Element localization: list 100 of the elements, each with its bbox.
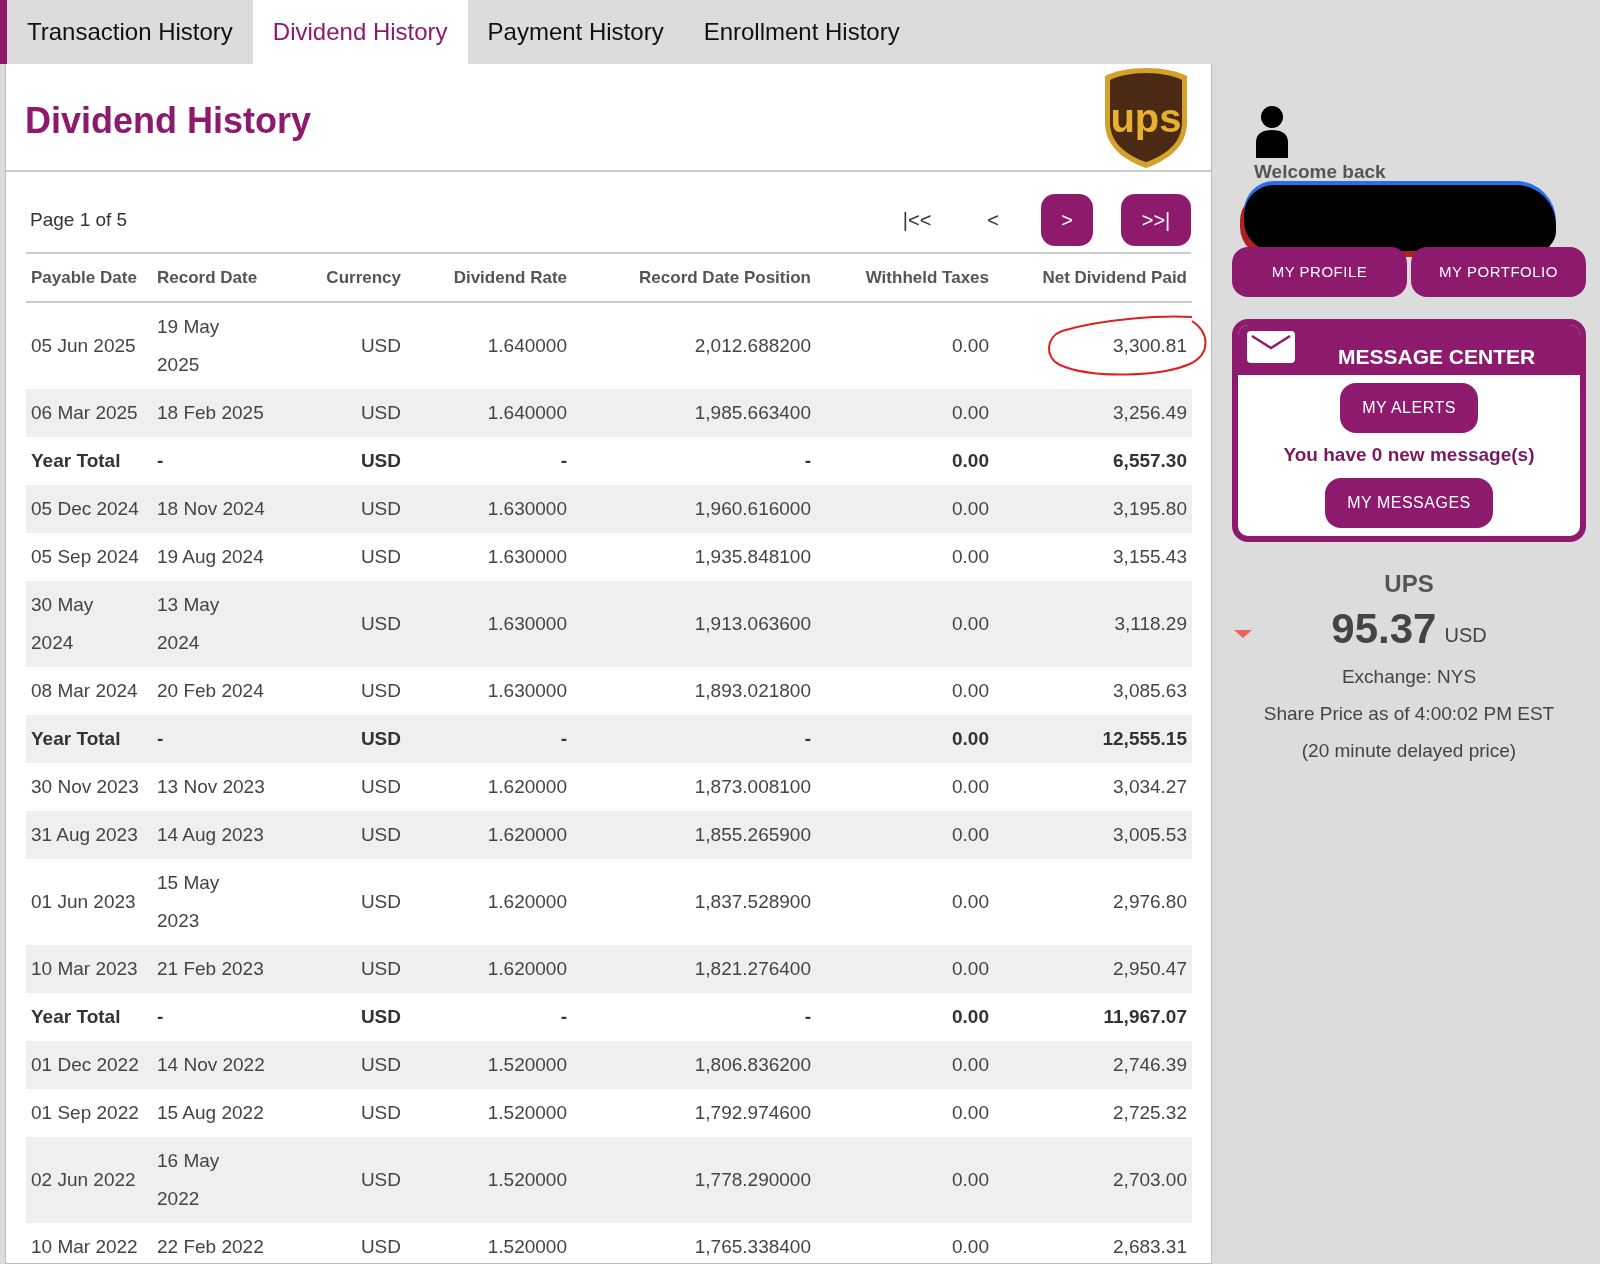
table-cell: 3,195.80	[994, 485, 1192, 533]
table-cell: 1,893.021800	[572, 667, 816, 715]
table-cell: -	[572, 715, 816, 763]
table-cell: 05 Sep 2024	[26, 533, 152, 581]
table-cell: 1,960.616000	[572, 485, 816, 533]
table-cell: USD	[272, 533, 406, 581]
table-cell: 0.00	[816, 389, 994, 437]
column-header: Currency	[272, 254, 406, 302]
table-cell: 1,985.663400	[572, 389, 816, 437]
table-cell: 0.00	[816, 763, 994, 811]
table-cell: 1.630000	[406, 667, 572, 715]
table-cell: 0.00	[816, 859, 994, 945]
table-cell: -	[572, 437, 816, 485]
table-cell: 1.640000	[406, 302, 572, 389]
table-cell: 3,034.27	[994, 763, 1192, 811]
table-cell: -	[152, 437, 272, 485]
tab[interactable]: Enrollment History	[683, 0, 920, 64]
share-price: 95.37	[1331, 607, 1437, 650]
table-cell: 1.520000	[406, 1089, 572, 1137]
column-header: Payable Date	[26, 254, 152, 302]
table-cell: 08 Mar 2024	[26, 667, 152, 715]
table-cell: 16 May 2022	[152, 1137, 272, 1223]
table-cell: -	[406, 715, 572, 763]
table-cell: 0.00	[816, 945, 994, 993]
table-cell: 1,806.836200	[572, 1041, 816, 1089]
table-cell: USD	[272, 945, 406, 993]
table-cell: USD	[272, 667, 406, 715]
table-cell: 19 Aug 2024	[152, 533, 272, 581]
table-cell: 0.00	[816, 533, 994, 581]
table-cell: USD	[272, 1089, 406, 1137]
table-cell: 1.620000	[406, 763, 572, 811]
table-cell: 3,005.53	[994, 811, 1192, 859]
table-cell: 0.00	[816, 437, 994, 485]
table-cell: USD	[272, 859, 406, 945]
portfolio-button[interactable]: MY PORTFOLIO	[1411, 247, 1586, 297]
row-label: Year Total	[26, 437, 152, 485]
table-cell: 15 May 2023	[152, 859, 272, 945]
table-cell: 01 Dec 2022	[26, 1041, 152, 1089]
table-cell: 1,837.528900	[572, 859, 816, 945]
row-label: Year Total	[26, 993, 152, 1041]
table-cell: USD	[272, 993, 406, 1041]
table-cell: 14 Nov 2022	[152, 1041, 272, 1089]
profile-button[interactable]: MY PROFILE	[1232, 247, 1407, 297]
table-cell: 1.620000	[406, 811, 572, 859]
column-header: Dividend Rate	[406, 254, 572, 302]
pager-button[interactable]: >>|	[1121, 194, 1191, 246]
table-cell: 15 Aug 2022	[152, 1089, 272, 1137]
table-cell: -	[152, 993, 272, 1041]
table-cell: 1.520000	[406, 1137, 572, 1223]
table-cell: USD	[272, 485, 406, 533]
table-cell: 6,557.30	[994, 437, 1192, 485]
table-cell: USD	[272, 302, 406, 389]
table-cell: 18 Nov 2024	[152, 485, 272, 533]
tab[interactable]: Payment History	[467, 0, 684, 64]
table-cell: 0.00	[816, 1223, 994, 1263]
table-cell: 2,950.47	[994, 945, 1192, 993]
table-cell: -	[152, 715, 272, 763]
table-cell: -	[406, 437, 572, 485]
messages-button[interactable]: MY MESSAGES	[1325, 477, 1493, 528]
tab[interactable]: Dividend History	[252, 0, 468, 64]
page-title: Dividend History	[25, 99, 312, 143]
page-indicator: Page 1 of 5	[29, 207, 128, 232]
table-cell: 1.520000	[406, 1223, 572, 1263]
table-cell: 1,873.008100	[572, 763, 816, 811]
table-cell: -	[406, 993, 572, 1041]
table-cell: 21 Feb 2023	[152, 945, 272, 993]
table-cell: 2,012.688200	[572, 302, 816, 389]
table-cell: USD	[272, 389, 406, 437]
envelope-icon	[1246, 330, 1296, 364]
welcome-text: Welcome back	[1254, 162, 1387, 181]
delay-note: (20 minute delayed price)	[1301, 738, 1517, 763]
table-cell: 0.00	[816, 485, 994, 533]
price-time-text: Share Price as of 4:00:02 PM EST	[1263, 701, 1555, 726]
table-cell: 1.630000	[406, 581, 572, 667]
table-cell: 18 Feb 2025	[152, 389, 272, 437]
table-cell: 1.620000	[406, 859, 572, 945]
table-cell: 30 May 2024	[26, 581, 152, 667]
table-cell: 22 Feb 2022	[152, 1223, 272, 1263]
table-cell: 20 Feb 2024	[152, 667, 272, 715]
table-cell: 05 Dec 2024	[26, 485, 152, 533]
table-cell: 0.00	[816, 302, 994, 389]
column-header: Record Date	[152, 254, 272, 302]
table-cell: 3,300.81	[994, 302, 1192, 389]
table-cell: 0.00	[816, 811, 994, 859]
table-cell: 1,855.265900	[572, 811, 816, 859]
row-label: Year Total	[26, 715, 152, 763]
table-cell: 1,778.290000	[572, 1137, 816, 1223]
message-center-title: MESSAGE CENTER	[1338, 344, 1536, 371]
table-cell: -	[572, 993, 816, 1041]
table-cell: 1,913.063600	[572, 581, 816, 667]
table-cell: 06 Mar 2025	[26, 389, 152, 437]
tab[interactable]: Transaction History	[7, 0, 253, 64]
table-cell: 19 May 2025	[152, 302, 272, 389]
alerts-button[interactable]: MY ALERTS	[1340, 383, 1478, 433]
table-cell: 30 Nov 2023	[26, 763, 152, 811]
pager-button[interactable]: >	[1041, 194, 1093, 246]
table-cell: 01 Sep 2022	[26, 1089, 152, 1137]
table-cell: 02 Jun 2022	[26, 1137, 152, 1223]
price-currency: USD	[1444, 622, 1487, 648]
column-header: Net Dividend Paid	[994, 254, 1192, 302]
